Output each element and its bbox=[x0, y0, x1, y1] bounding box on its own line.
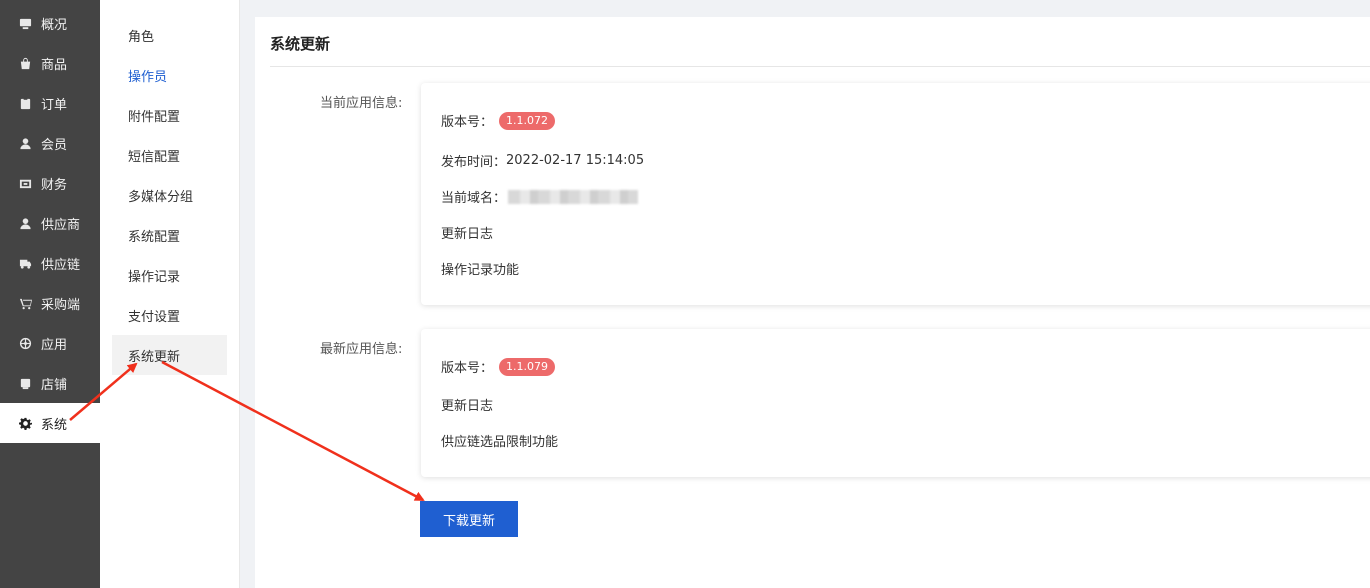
nav-item-label: 供应链 bbox=[41, 257, 81, 273]
nav-item-supply-chain[interactable]: 供应链 bbox=[0, 243, 100, 283]
submenu-item-media-groups[interactable]: 多媒体分组 bbox=[112, 175, 227, 215]
release-time-row: 发布时间： 2022-02-17 15:14:05 bbox=[441, 151, 644, 170]
release-time-value: 2022-02-17 15:14:05 bbox=[506, 153, 645, 168]
current-version-badge: 1.1.072 bbox=[499, 111, 556, 130]
submenu-item-system-config[interactable]: 系统配置 bbox=[112, 215, 227, 255]
current-log-content: 操作记录功能 bbox=[441, 263, 520, 278]
latest-info-card: 版本号： 1.1.079 更新日志 供应链选品限制功能 bbox=[421, 329, 1370, 477]
version-label: 版本号： bbox=[441, 115, 494, 130]
nav-item-overview[interactable]: 概况 bbox=[0, 3, 100, 43]
nav-item-label: 应用 bbox=[41, 337, 68, 353]
nav-item-members[interactable]: 会员 bbox=[0, 123, 100, 163]
latest-info-label: 最新应用信息: bbox=[320, 342, 403, 357]
submenu-item-payment-settings[interactable]: 支付设置 bbox=[112, 295, 227, 335]
submenu-item-sms-config[interactable]: 短信配置 bbox=[112, 135, 227, 175]
version-label: 版本号： bbox=[441, 361, 494, 376]
nav-item-suppliers[interactable]: 供应商 bbox=[0, 203, 100, 243]
nav-item-label: 会员 bbox=[41, 137, 68, 153]
nav-item-finance[interactable]: 财务 bbox=[0, 163, 100, 203]
store-icon bbox=[18, 376, 32, 390]
page-title: 系统更新 bbox=[270, 35, 331, 53]
nav-item-label: 采购端 bbox=[41, 297, 81, 313]
nav-item-label: 店铺 bbox=[41, 377, 68, 393]
nav-item-procurement[interactable]: 采购端 bbox=[0, 283, 100, 323]
domain-row: 当前域名： bbox=[441, 187, 639, 206]
domain-value-redacted bbox=[508, 189, 639, 204]
submenu-item-roles[interactable]: 角色 bbox=[112, 15, 227, 55]
download-update-button[interactable]: 下载更新 bbox=[420, 501, 518, 537]
current-log-title: 更新日志 bbox=[441, 227, 494, 242]
nav-item-label: 财务 bbox=[41, 177, 68, 193]
wallet-icon bbox=[18, 176, 32, 190]
system-submenu: 角色 操作员 附件配置 短信配置 多媒体分组 系统配置 操作记录 支付设置 系统… bbox=[100, 0, 240, 588]
domain-label: 当前域名： bbox=[441, 191, 507, 206]
nav-item-orders[interactable]: 订单 bbox=[0, 83, 100, 123]
monitor-icon bbox=[18, 16, 32, 30]
shopping-bag-icon bbox=[18, 56, 32, 70]
gear-icon bbox=[18, 416, 32, 430]
apps-wheel-icon bbox=[18, 336, 32, 350]
latest-version-row: 版本号： 1.1.079 bbox=[441, 357, 556, 376]
submenu-item-operators[interactable]: 操作员 bbox=[112, 55, 227, 95]
submenu-item-system-update[interactable]: 系统更新 bbox=[112, 335, 227, 375]
latest-log-content: 供应链选品限制功能 bbox=[441, 435, 559, 450]
cart-icon bbox=[18, 296, 32, 310]
person-icon bbox=[18, 216, 32, 230]
nav-item-label: 概况 bbox=[41, 17, 68, 33]
nav-item-label: 供应商 bbox=[41, 217, 81, 233]
nav-item-goods[interactable]: 商品 bbox=[0, 43, 100, 83]
submenu-item-attachment-config[interactable]: 附件配置 bbox=[112, 95, 227, 135]
latest-version-badge: 1.1.079 bbox=[499, 357, 556, 376]
main-nav: 概况 商品 订单 会员 财务 供应商 供应链 采购端 应用 店铺 系统 bbox=[0, 0, 100, 588]
current-info-label: 当前应用信息: bbox=[320, 96, 403, 111]
user-icon bbox=[18, 136, 32, 150]
nav-item-label: 系统 bbox=[41, 417, 68, 433]
nav-item-label: 订单 bbox=[41, 97, 68, 113]
release-time-label: 发布时间： bbox=[441, 155, 507, 170]
nav-item-system[interactable]: 系统 bbox=[0, 403, 100, 443]
submenu-item-operation-logs[interactable]: 操作记录 bbox=[112, 255, 227, 295]
nav-item-label: 商品 bbox=[41, 57, 68, 73]
current-version-row: 版本号： 1.1.072 bbox=[441, 111, 556, 130]
clipboard-icon bbox=[18, 96, 32, 110]
nav-item-apps[interactable]: 应用 bbox=[0, 323, 100, 363]
title-divider bbox=[270, 66, 1370, 67]
truck-icon bbox=[18, 256, 32, 270]
top-bar bbox=[240, 0, 1370, 4]
latest-log-title: 更新日志 bbox=[441, 399, 494, 414]
current-info-card: 版本号： 1.1.072 发布时间： 2022-02-17 15:14:05 当… bbox=[421, 83, 1370, 305]
nav-item-store[interactable]: 店铺 bbox=[0, 363, 100, 403]
